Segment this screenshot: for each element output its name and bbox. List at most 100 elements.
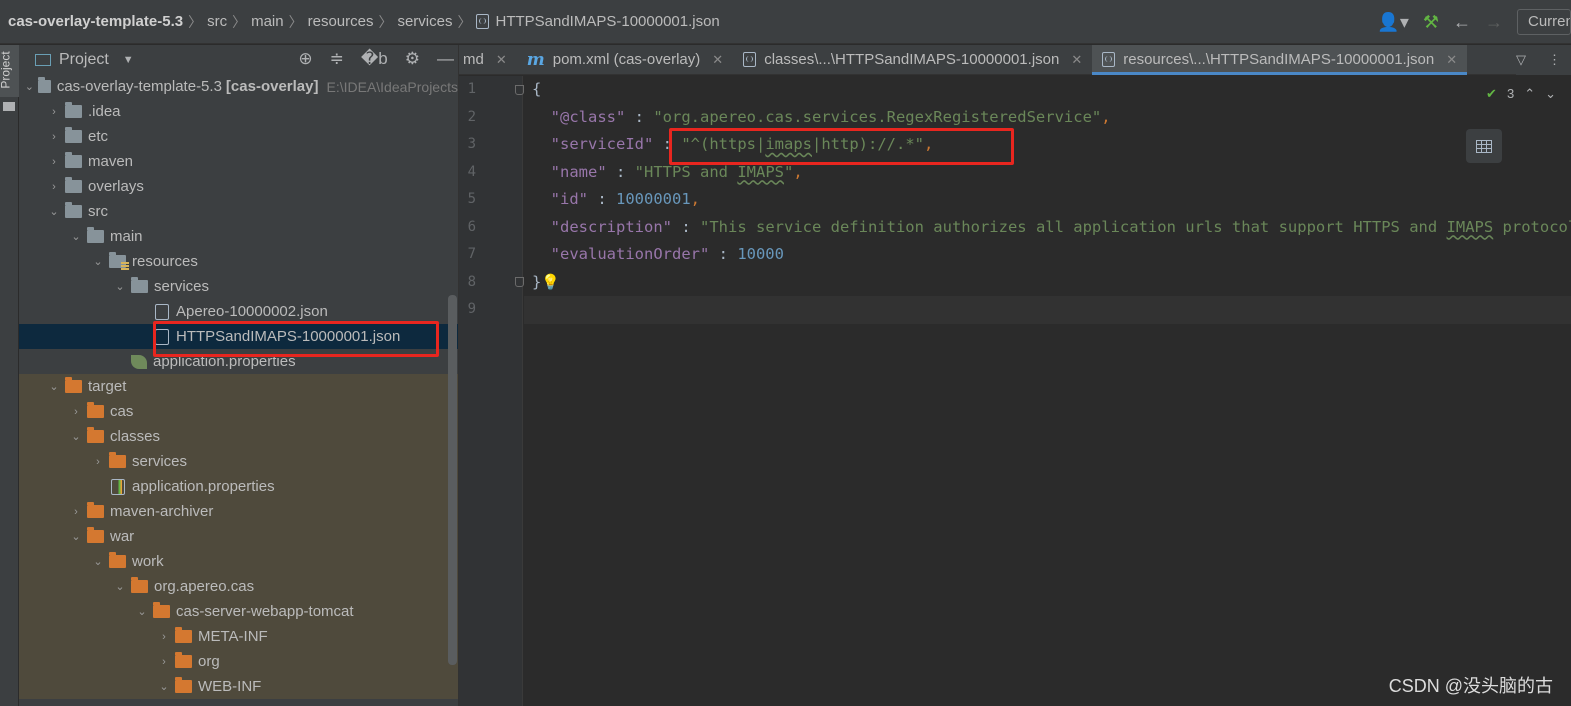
breadcrumb: cas-overlay-template-5.3 〉 src 〉 main 〉 … (0, 12, 720, 32)
tab-md[interactable]: md ✕ (459, 45, 517, 74)
crosshair-icon[interactable]: ⊕ (298, 49, 312, 69)
breadcrumb-project[interactable]: cas-overlay-template-5.3 (8, 13, 183, 30)
chevron-right-icon[interactable]: › (87, 456, 109, 468)
minimize-icon[interactable]: — (437, 49, 454, 69)
tab-resources-json[interactable]: resources\...\HTTPSandIMAPS-10000001.jso… (1092, 45, 1468, 75)
chevron-down-icon[interactable]: ⌄ (65, 430, 87, 443)
chevron-down-icon[interactable]: ▼ (123, 54, 134, 66)
editor-tabs: md ✕ m pom.xml (cas-overlay) ✕ classes\.… (459, 45, 1571, 75)
excluded-folder-icon (175, 677, 192, 693)
chevron-right-icon[interactable]: › (43, 106, 65, 118)
table-view-button[interactable] (1466, 129, 1502, 163)
forward-arrow-icon[interactable]: → (1485, 12, 1503, 33)
tree-item-war[interactable]: ⌄ war (19, 524, 458, 549)
tree-item-label: target (88, 378, 127, 395)
tree-item-apereo-json[interactable]: Apereo-10000002.json (19, 299, 458, 324)
folder-icon[interactable] (3, 102, 15, 111)
code-text[interactable]: { "@class" : "org.apereo.cas.services.Re… (524, 76, 1571, 706)
fold-marker-icon[interactable] (515, 85, 524, 95)
tree-scrollbar[interactable] (448, 295, 457, 665)
tree-item-org[interactable]: › org (19, 649, 458, 674)
chevron-down-icon[interactable]: ⌄ (65, 230, 87, 243)
excluded-folder-icon (87, 527, 104, 543)
tree-item-work[interactable]: ⌄ work (19, 549, 458, 574)
close-icon[interactable]: ✕ (712, 52, 723, 68)
breadcrumb-src[interactable]: src (207, 13, 227, 30)
chevron-down-icon[interactable]: ⌄ (109, 580, 131, 593)
tree-item-cas[interactable]: › cas (19, 399, 458, 424)
chevron-down-icon[interactable]: ⌄ (153, 680, 175, 693)
user-icon[interactable]: 👤▾ (1377, 12, 1408, 33)
chevron-down-icon[interactable]: ⌄ (65, 530, 87, 543)
chevron-down-icon[interactable]: ⌄ (87, 255, 109, 268)
tree-item-label: classes (110, 428, 161, 445)
tree-item-application-properties[interactable]: application.properties (19, 349, 458, 374)
breadcrumb-resources[interactable]: resources (308, 13, 374, 30)
tree-item-target[interactable]: ⌄ target (19, 374, 458, 399)
tree-item-resources[interactable]: ⌄ resources (19, 249, 458, 274)
chevron-down-icon[interactable]: ⌄ (87, 555, 109, 568)
collapse-all-icon[interactable]: �b (361, 49, 388, 69)
chevron-right-icon[interactable]: › (153, 631, 175, 643)
chevron-down-icon[interactable]: ⌄ (21, 80, 38, 93)
tree-item-label: org (198, 653, 220, 670)
more-icon[interactable]: ⋮ (1548, 52, 1561, 68)
chevron-down-icon[interactable]: ⌄ (43, 205, 65, 218)
inspection-widget[interactable]: ✔ 3 ⌃ ⌄ (1486, 86, 1556, 102)
breadcrumb-main[interactable]: main (251, 13, 284, 30)
tree-item-classes[interactable]: ⌄ classes (19, 424, 458, 449)
tree-item-org-apereo-cas[interactable]: ⌄ org.apereo.cas (19, 574, 458, 599)
ide-window: cas-overlay-template-5.3 〉 src 〉 main 〉 … (0, 0, 1571, 706)
breadcrumb-file[interactable]: HTTPSandIMAPS-10000001.json (495, 13, 719, 30)
chevron-down-icon[interactable]: ▽ (1516, 52, 1526, 68)
tree-item-maven[interactable]: › maven (19, 149, 458, 174)
tree-item-etc[interactable]: › etc (19, 124, 458, 149)
close-icon[interactable]: ✕ (496, 52, 507, 68)
json-file-icon (155, 303, 169, 320)
fold-marker-icon[interactable] (515, 277, 524, 287)
tab-classes-json[interactable]: classes\...\HTTPSandIMAPS-10000001.json … (733, 45, 1092, 74)
tree-item-main[interactable]: ⌄ main (19, 224, 458, 249)
chevron-right-icon[interactable]: › (153, 656, 175, 668)
code-area[interactable]: 1 2 3 4 5 6 7 8 9 { "@class" : "org.aper… (459, 76, 1571, 706)
chevron-down-icon[interactable]: ⌄ (109, 280, 131, 293)
chevron-right-icon[interactable]: › (65, 406, 87, 418)
chevron-right-icon[interactable]: › (43, 156, 65, 168)
tab-label: md (463, 51, 484, 68)
tree-item-maven-archiver[interactable]: › maven-archiver (19, 499, 458, 524)
tree-item-meta-inf[interactable]: › META-INF (19, 624, 458, 649)
close-icon[interactable]: ✕ (1446, 52, 1457, 68)
tree-item-https-json[interactable]: HTTPSandIMAPS-10000001.json (19, 324, 458, 349)
expand-all-icon[interactable]: ≑ (330, 49, 344, 69)
tab-label: resources\...\HTTPSandIMAPS-10000001.jso… (1123, 51, 1435, 68)
gear-icon[interactable]: ⚙ (405, 49, 420, 69)
tree-item-src[interactable]: ⌄ src (19, 199, 458, 224)
chevron-up-icon[interactable]: ⌃ (1524, 86, 1535, 102)
chevron-right-icon[interactable]: › (65, 506, 87, 518)
tree-item-idea[interactable]: › .idea (19, 99, 458, 124)
chevron-down-icon[interactable]: ⌄ (1545, 86, 1556, 102)
navigation-bar: cas-overlay-template-5.3 〉 src 〉 main 〉 … (0, 0, 1571, 44)
project-tool-button[interactable]: Project (0, 45, 19, 97)
chevron-right-icon[interactable]: › (43, 181, 65, 193)
breadcrumb-services[interactable]: services (397, 13, 452, 30)
tree-item-classes-services[interactable]: › services (19, 449, 458, 474)
tree-item-services[interactable]: ⌄ services (19, 274, 458, 299)
chevron-down-icon[interactable]: ⌄ (131, 605, 153, 618)
project-panel-title[interactable]: Project (59, 51, 109, 69)
tree-item-web-inf[interactable]: ⌄ WEB-INF (19, 674, 458, 699)
tree-item-root[interactable]: ⌄ cas-overlay-template-5.3 [cas-overlay]… (19, 74, 458, 99)
back-arrow-icon[interactable]: ← (1453, 12, 1471, 33)
run-configuration-select[interactable]: Current File (1517, 9, 1571, 35)
bulb-icon[interactable]: 💡 (541, 273, 560, 291)
chevron-down-icon[interactable]: ⌄ (43, 380, 65, 393)
tree-item-label: cas-server-webapp-tomcat (176, 603, 354, 620)
tree-item-classes-application-properties[interactable]: application.properties (19, 474, 458, 499)
close-icon[interactable]: ✕ (1071, 52, 1082, 68)
chevron-right-icon[interactable]: › (43, 131, 65, 143)
tree-item-overlays[interactable]: › overlays (19, 174, 458, 199)
hammer-icon[interactable]: ⚒ (1423, 12, 1439, 33)
tab-pom-xml[interactable]: m pom.xml (cas-overlay) ✕ (517, 45, 733, 74)
tree-item-webapp[interactable]: ⌄ cas-server-webapp-tomcat (19, 599, 458, 624)
watermark: CSDN @没头脑的古 (1388, 676, 1553, 696)
